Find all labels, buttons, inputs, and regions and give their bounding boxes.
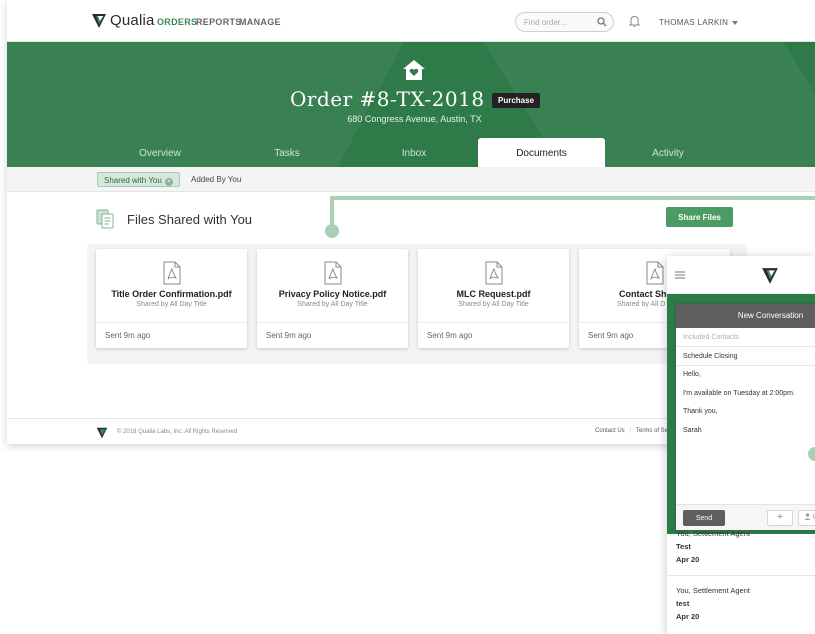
qualia-logo-icon [762,268,778,284]
file-card[interactable]: Title Order Confirmation.pdf Shared by A… [96,249,247,348]
file-card[interactable]: Privacy Policy Notice.pdf Shared by All … [257,249,408,348]
message-line: Sarah [683,426,702,434]
tab-documents[interactable]: Documents [478,138,605,167]
file-shared-by: Shared by All Day Title [458,301,529,308]
message-line: Thank you, [683,408,718,415]
order-address: 680 Congress Avenue, Austin, TX [347,114,482,124]
nav-link-orders[interactable]: ORDERS [157,17,197,27]
send-button[interactable]: Send [683,510,725,526]
add-button[interactable]: + [767,510,793,526]
qualia-logo-icon [96,427,108,439]
message-list-item[interactable]: You, Settlement Agent test Apr 20 [667,586,815,625]
message-subject: test [676,599,690,608]
messaging-header [667,256,815,294]
messaging-window: New Conversation Included Contacts Sched… [667,256,815,634]
included-contacts-input[interactable]: Included Contacts [676,328,815,347]
order-title: Order #8-TX-2018 [290,87,485,111]
connector-line [330,196,815,200]
upload-button[interactable]: U [798,510,815,526]
divider [667,575,815,576]
message-line: I'm available on Tuesday at 2:00pm. [683,389,795,397]
user-menu[interactable]: THOMAS LARKIN [659,18,739,27]
conversation-title: New Conversation [676,304,815,328]
file-sent-time: Sent 9m ago [257,322,408,348]
chevron-down-icon [732,20,739,25]
file-name: Title Order Confirmation.pdf [111,289,232,299]
file-shared-by: Shared by All Day Title [136,301,207,308]
message-line: Hello, [683,371,701,378]
search-icon[interactable] [597,17,607,27]
bell-icon[interactable] [629,15,640,27]
house-heart-icon [403,60,425,80]
footer-link-contact[interactable]: Contact Us [595,428,625,434]
shared-files-icon [96,209,114,229]
message-body[interactable]: Hello, I'm available on Tuesday at 2:00p… [683,371,795,445]
file-card[interactable]: MLC Request.pdf Shared by All Day Title … [418,249,569,348]
pdf-file-icon [485,261,503,285]
file-name: Privacy Policy Notice.pdf [278,289,387,299]
pdf-file-icon [646,261,664,285]
subtab-label: Shared with You [104,176,162,185]
connector-dot [325,224,339,238]
nav-link-manage[interactable]: MANAGE [239,17,281,27]
connector-dot [808,447,815,461]
brand-logo[interactable]: Qualia [91,12,155,29]
pdf-file-icon [163,261,181,285]
hamburger-menu-icon[interactable] [675,271,685,279]
message-date: Apr 20 [676,612,700,621]
pdf-file-icon [324,261,342,285]
file-shared-by: Shared by All Day Title [297,301,368,308]
user-name: THOMAS LARKIN [659,18,729,27]
nav-link-reports[interactable]: REPORTS [196,17,242,27]
footer-copyright: © 2018 Qualia Labs, Inc. All Rights Rese… [117,429,238,435]
message-from: You, Settlement Agent [676,529,750,538]
document-subtabs: Shared with You × Added By You [7,167,815,192]
brand-name: Qualia [110,12,155,29]
subtab-shared-with-you[interactable]: Shared with You × [97,172,180,187]
order-banner: Order #8-TX-2018 Purchase 680 Congress A… [7,42,815,167]
share-files-button[interactable]: Share Files [666,207,733,227]
message-from: You, Settlement Agent [676,586,750,595]
file-sent-time: Sent 9m ago [96,322,247,348]
tab-tasks[interactable]: Tasks [217,138,357,167]
order-tabs: Overview Tasks Inbox Documents Activity [7,138,815,167]
order-type-badge: Purchase [492,93,541,108]
file-name: MLC Request.pdf [456,289,531,299]
tab-inbox[interactable]: Inbox [344,138,484,167]
new-conversation-panel: New Conversation Included Contacts Sched… [676,304,815,530]
search-box [515,12,614,32]
tab-activity[interactable]: Activity [598,138,738,167]
qualia-logo-icon [92,13,106,28]
compose-toolbar: Send + U [676,504,815,530]
search-input[interactable] [516,13,596,31]
top-navigation: Qualia ORDERS REPORTS MANAGE THOMAS LARK… [7,0,815,42]
message-date: Apr 20 [676,555,700,564]
footer-link-terms[interactable]: Terms of Se [636,428,668,434]
message-subject: Test [676,542,691,551]
connector-line-vertical [330,196,334,226]
subject-input[interactable]: Schedule Closing [676,347,815,366]
close-icon[interactable]: × [164,178,173,186]
message-list-item[interactable]: You, Settlement Agent Test Apr 20 [667,529,815,568]
person-icon [804,513,811,520]
file-sent-time: Sent 9m ago [418,322,569,348]
section-title: Files Shared with You [127,212,253,227]
subtab-added-by-you[interactable]: Added By You [185,172,247,187]
footer-divider: | [630,428,632,434]
tab-overview[interactable]: Overview [90,138,230,167]
